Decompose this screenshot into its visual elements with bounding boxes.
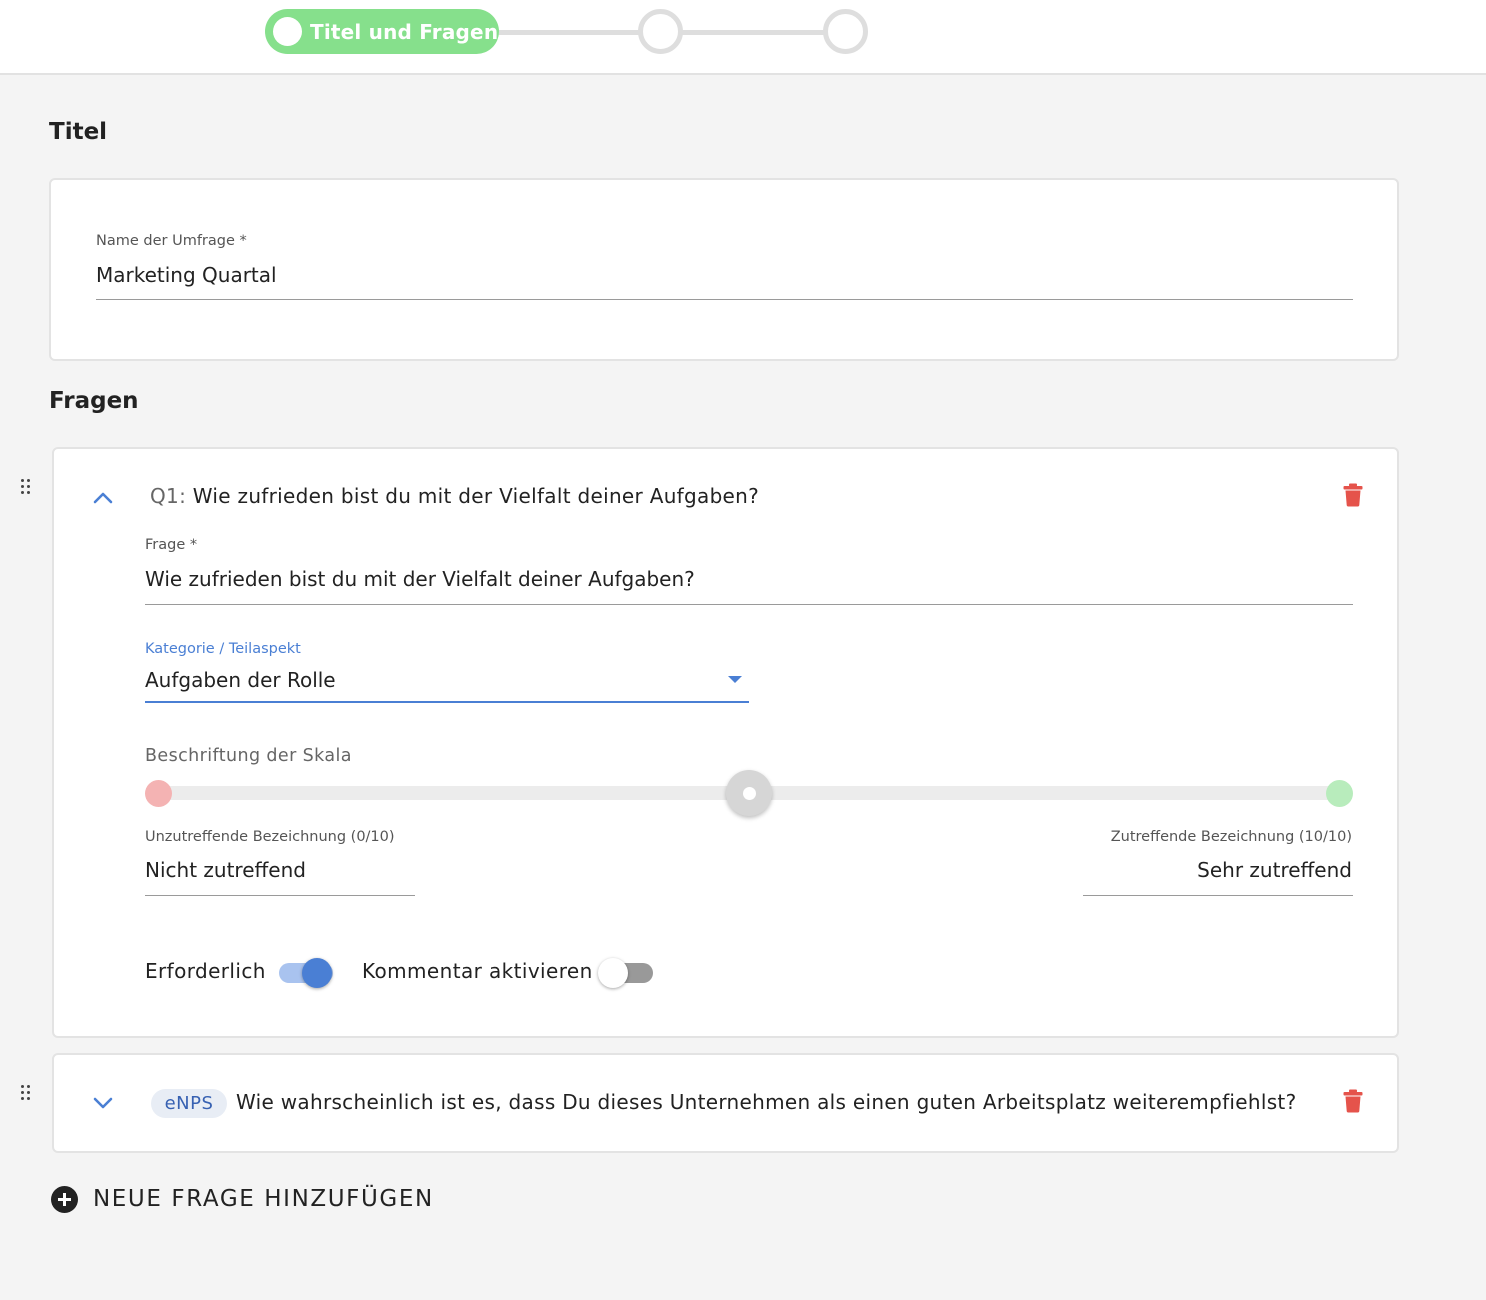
step-indicator-icon [273, 17, 302, 46]
high-label-underline [1083, 895, 1353, 896]
category-select[interactable]: Aufgaben der Rolle [145, 668, 336, 692]
scale-high-marker [1326, 780, 1353, 807]
question-card: eNPS Wie wahrscheinlich ist es, dass Du … [52, 1053, 1399, 1153]
trash-icon[interactable] [1343, 1089, 1363, 1113]
questions-section-heading: Fragen [49, 388, 139, 414]
high-label-caption: Zutreffende Bezeichnung (10/10) [1110, 829, 1352, 845]
survey-name-label: Name der Umfrage * [96, 233, 247, 249]
dropdown-arrow-icon[interactable] [728, 676, 742, 683]
question-field-label: Frage * [145, 537, 198, 553]
question-header[interactable]: Q1: Wie zufrieden bist du mit der Vielfa… [150, 484, 759, 508]
scale-slider-thumb[interactable] [726, 770, 772, 816]
scale-low-marker [145, 780, 172, 807]
chevron-down-icon[interactable] [92, 1096, 114, 1110]
progress-stepper: Titel und Fragen [0, 0, 1486, 75]
chevron-up-icon[interactable] [92, 491, 114, 505]
category-label: Kategorie / Teilaspekt [145, 641, 301, 657]
question-underline [145, 604, 1353, 605]
stepper-connector [490, 30, 645, 35]
required-label: Erforderlich [145, 959, 266, 983]
add-question-label: NEUE FRAGE HINZUFÜGEN [93, 1186, 434, 1212]
question-input[interactable]: Wie zufrieden bist du mit der Vielfalt d… [145, 567, 695, 591]
add-question-button[interactable]: NEUE FRAGE HINZUFÜGEN [51, 1182, 434, 1216]
question-number: Q1: [150, 484, 187, 508]
trash-icon[interactable] [1343, 483, 1363, 507]
title-card: Name der Umfrage * Marketing Quartal [49, 178, 1399, 361]
scale-label: Beschriftung der Skala [145, 746, 352, 766]
low-label-caption: Unzutreffende Bezeichnung (0/10) [145, 829, 395, 845]
low-label-underline [145, 895, 415, 896]
title-section-heading: Titel [49, 119, 108, 145]
add-circle-icon [51, 1185, 78, 1213]
step-3[interactable] [823, 9, 868, 54]
question-title: Wie zufrieden bist du mit der Vielfalt d… [192, 484, 760, 508]
step-2[interactable] [638, 9, 683, 54]
high-label-input[interactable]: Sehr zutreffend [1197, 858, 1352, 882]
comment-label: Kommentar aktivieren [362, 959, 593, 983]
drag-handle-icon[interactable] [21, 1085, 31, 1101]
survey-name-input[interactable]: Marketing Quartal [96, 263, 277, 287]
drag-handle-icon[interactable] [21, 479, 31, 495]
category-underline [145, 701, 749, 703]
low-label-input[interactable]: Nicht zutreffend [145, 858, 306, 882]
question-card: Q1: Wie zufrieden bist du mit der Vielfa… [52, 447, 1399, 1038]
survey-name-underline [96, 299, 1353, 300]
question-type-badge: eNPS [151, 1089, 227, 1118]
question-title[interactable]: Wie wahrscheinlich ist es, dass Du diese… [236, 1090, 1297, 1114]
step-titel-und-fragen[interactable]: Titel und Fragen [265, 9, 499, 54]
step-label: Titel und Fragen [310, 19, 499, 44]
stepper-connector [675, 30, 830, 35]
